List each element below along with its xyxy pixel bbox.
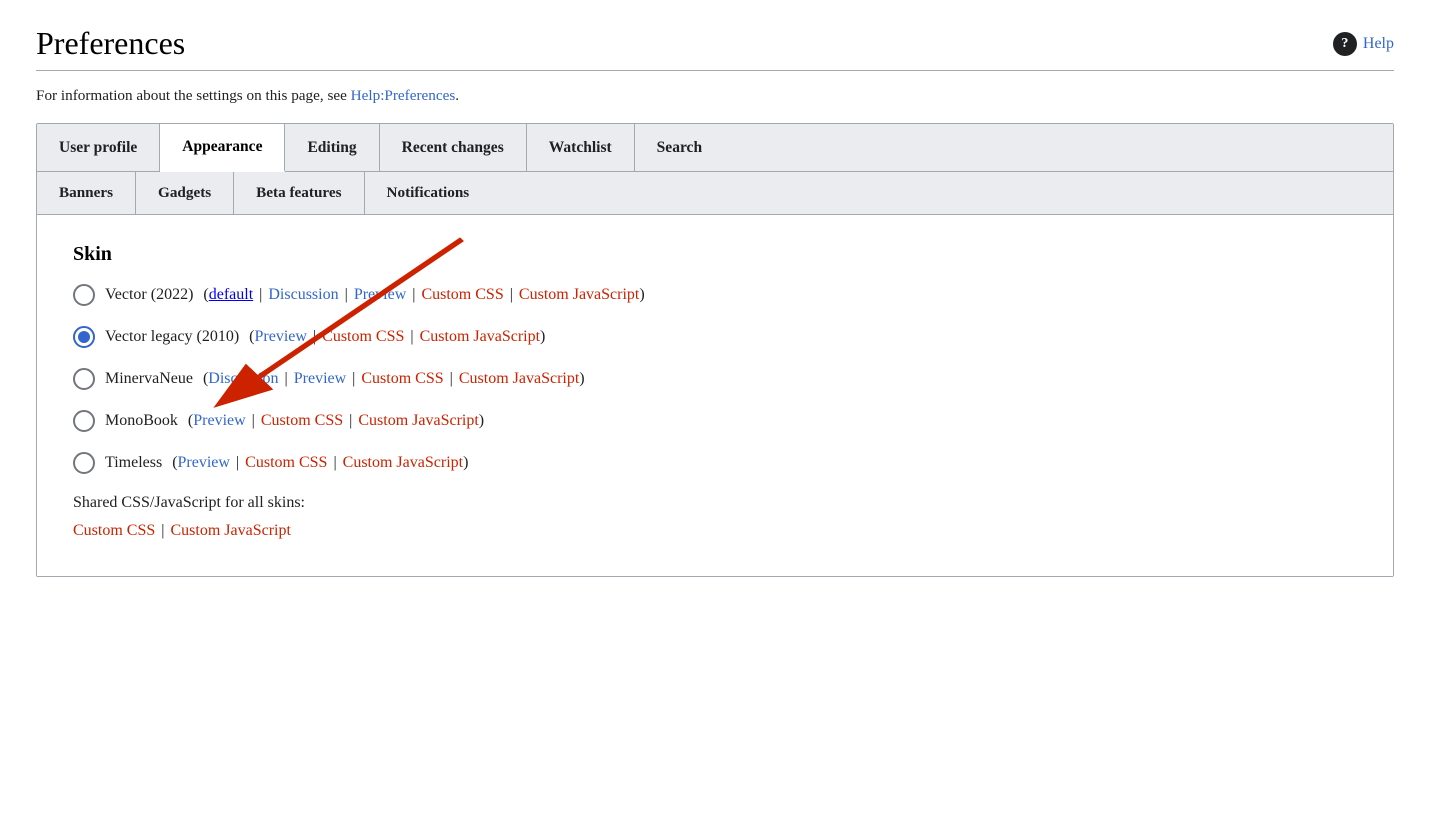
- tab-gadgets[interactable]: Gadgets: [136, 172, 234, 214]
- tab-beta-features[interactable]: Beta features: [234, 172, 364, 214]
- page-header: Preferences ? Help: [36, 24, 1394, 62]
- skin-link-minerva-preview[interactable]: Preview: [294, 370, 346, 387]
- shared-link-custom-css[interactable]: Custom CSS: [73, 522, 155, 539]
- separator: |: [255, 286, 266, 303]
- skin-link-vector-custom-javascript[interactable]: Custom JavaScript: [519, 286, 639, 303]
- separator: |: [232, 454, 243, 471]
- skin-link-timeless-custom-javascript[interactable]: Custom JavaScript: [343, 454, 463, 471]
- tab-editing[interactable]: Editing: [285, 124, 379, 171]
- skin-label-minerva: MinervaNeue: [105, 370, 193, 388]
- skin-links-vector-legacy: (Preview | Custom CSS | Custom JavaScrip…: [249, 328, 545, 346]
- separator: |: [341, 286, 352, 303]
- radio-vector[interactable]: [73, 284, 95, 306]
- skin-link-vector-legacy-custom-css[interactable]: Custom CSS: [322, 328, 404, 345]
- separator: |: [446, 370, 457, 387]
- tab-notifications[interactable]: Notifications: [365, 172, 492, 214]
- skin-links-vector: (default | Discussion | Preview | Custom…: [203, 286, 644, 304]
- tabs-row-secondary: BannersGadgetsBeta featuresNotifications: [37, 172, 1393, 215]
- radio-minerva[interactable]: [73, 368, 95, 390]
- shared-label: Shared CSS/JavaScript for all skins:: [73, 494, 1357, 512]
- skin-links-timeless: (Preview | Custom CSS | Custom JavaScrip…: [172, 454, 468, 472]
- tab-banners[interactable]: Banners: [37, 172, 136, 214]
- separator: |: [281, 370, 292, 387]
- tabs-row-primary: User profileAppearanceEditingRecent chan…: [37, 124, 1393, 172]
- shared-link-custom-javascript[interactable]: Custom JavaScript: [170, 522, 290, 539]
- separator: |: [348, 370, 359, 387]
- skin-label-monobook: MonoBook: [105, 412, 178, 430]
- tab-watchlist[interactable]: Watchlist: [527, 124, 635, 171]
- radio-timeless[interactable]: [73, 452, 95, 474]
- separator: |: [329, 454, 340, 471]
- help-icon: ?: [1333, 32, 1357, 56]
- skin-option-vector: Vector (2022) (default | Discussion | Pr…: [73, 284, 1357, 306]
- skin-link-monobook-custom-css[interactable]: Custom CSS: [261, 412, 343, 429]
- skin-option-minerva: MinervaNeue (Discussion | Preview | Cust…: [73, 368, 1357, 390]
- help-preferences-link[interactable]: Help:Preferences: [351, 87, 456, 104]
- skin-link-vector-legacy-custom-javascript[interactable]: Custom JavaScript: [420, 328, 540, 345]
- skin-link-minerva-discussion[interactable]: Discussion: [208, 370, 278, 387]
- separator: |: [309, 328, 320, 345]
- tab-user-profile[interactable]: User profile: [37, 124, 160, 171]
- info-paragraph: For information about the settings on th…: [36, 87, 1394, 105]
- skin-link-monobook-preview[interactable]: Preview: [193, 412, 245, 429]
- skin-link-timeless-preview[interactable]: Preview: [178, 454, 230, 471]
- tabs-container: User profileAppearanceEditingRecent chan…: [36, 123, 1394, 577]
- skin-option-timeless: Timeless (Preview | Custom CSS | Custom …: [73, 452, 1357, 474]
- skin-link-vector-legacy-preview[interactable]: Preview: [255, 328, 307, 345]
- separator: |: [408, 286, 419, 303]
- skin-link-vector-discussion[interactable]: Discussion: [268, 286, 338, 303]
- skin-link-vector-preview[interactable]: Preview: [354, 286, 406, 303]
- skin-option-vector-legacy: Vector legacy (2010) (Preview | Custom C…: [73, 326, 1357, 348]
- skin-link-vector-custom-css[interactable]: Custom CSS: [421, 286, 503, 303]
- skin-label-vector: Vector (2022): [105, 286, 193, 304]
- shared-section: Shared CSS/JavaScript for all skins: Cust…: [73, 494, 1357, 540]
- radio-vector-legacy[interactable]: [73, 326, 95, 348]
- shared-links: Custom CSS | Custom JavaScript: [73, 522, 1357, 540]
- separator: |: [406, 328, 417, 345]
- tab-recent-changes[interactable]: Recent changes: [380, 124, 527, 171]
- tab-search[interactable]: Search: [635, 124, 724, 171]
- skin-label-vector-legacy: Vector legacy (2010): [105, 328, 239, 346]
- tab-appearance[interactable]: Appearance: [160, 124, 285, 172]
- help-label: Help: [1363, 35, 1394, 53]
- skin-links-monobook: (Preview | Custom CSS | Custom JavaScrip…: [188, 412, 484, 430]
- skin-link-vector-default[interactable]: default: [209, 286, 253, 303]
- tab-content: Skin Vector (2022) (default | Discussion …: [37, 215, 1393, 576]
- skin-link-minerva-custom-javascript[interactable]: Custom JavaScript: [459, 370, 579, 387]
- skin-label-timeless: Timeless: [105, 454, 162, 472]
- skin-link-timeless-custom-css[interactable]: Custom CSS: [245, 454, 327, 471]
- skin-links-minerva: (Discussion | Preview | Custom CSS | Cus…: [203, 370, 585, 388]
- page-title: Preferences: [36, 24, 185, 62]
- help-link[interactable]: ? Help: [1333, 32, 1394, 56]
- skin-link-monobook-custom-javascript[interactable]: Custom JavaScript: [358, 412, 478, 429]
- separator: |: [248, 412, 259, 429]
- separator: |: [157, 522, 168, 539]
- radio-monobook[interactable]: [73, 410, 95, 432]
- skin-link-minerva-custom-css[interactable]: Custom CSS: [361, 370, 443, 387]
- skin-option-monobook: MonoBook (Preview | Custom CSS | Custom …: [73, 410, 1357, 432]
- separator: |: [506, 286, 517, 303]
- header-divider: [36, 70, 1394, 71]
- separator: |: [345, 412, 356, 429]
- skin-section-title: Skin: [73, 243, 1357, 266]
